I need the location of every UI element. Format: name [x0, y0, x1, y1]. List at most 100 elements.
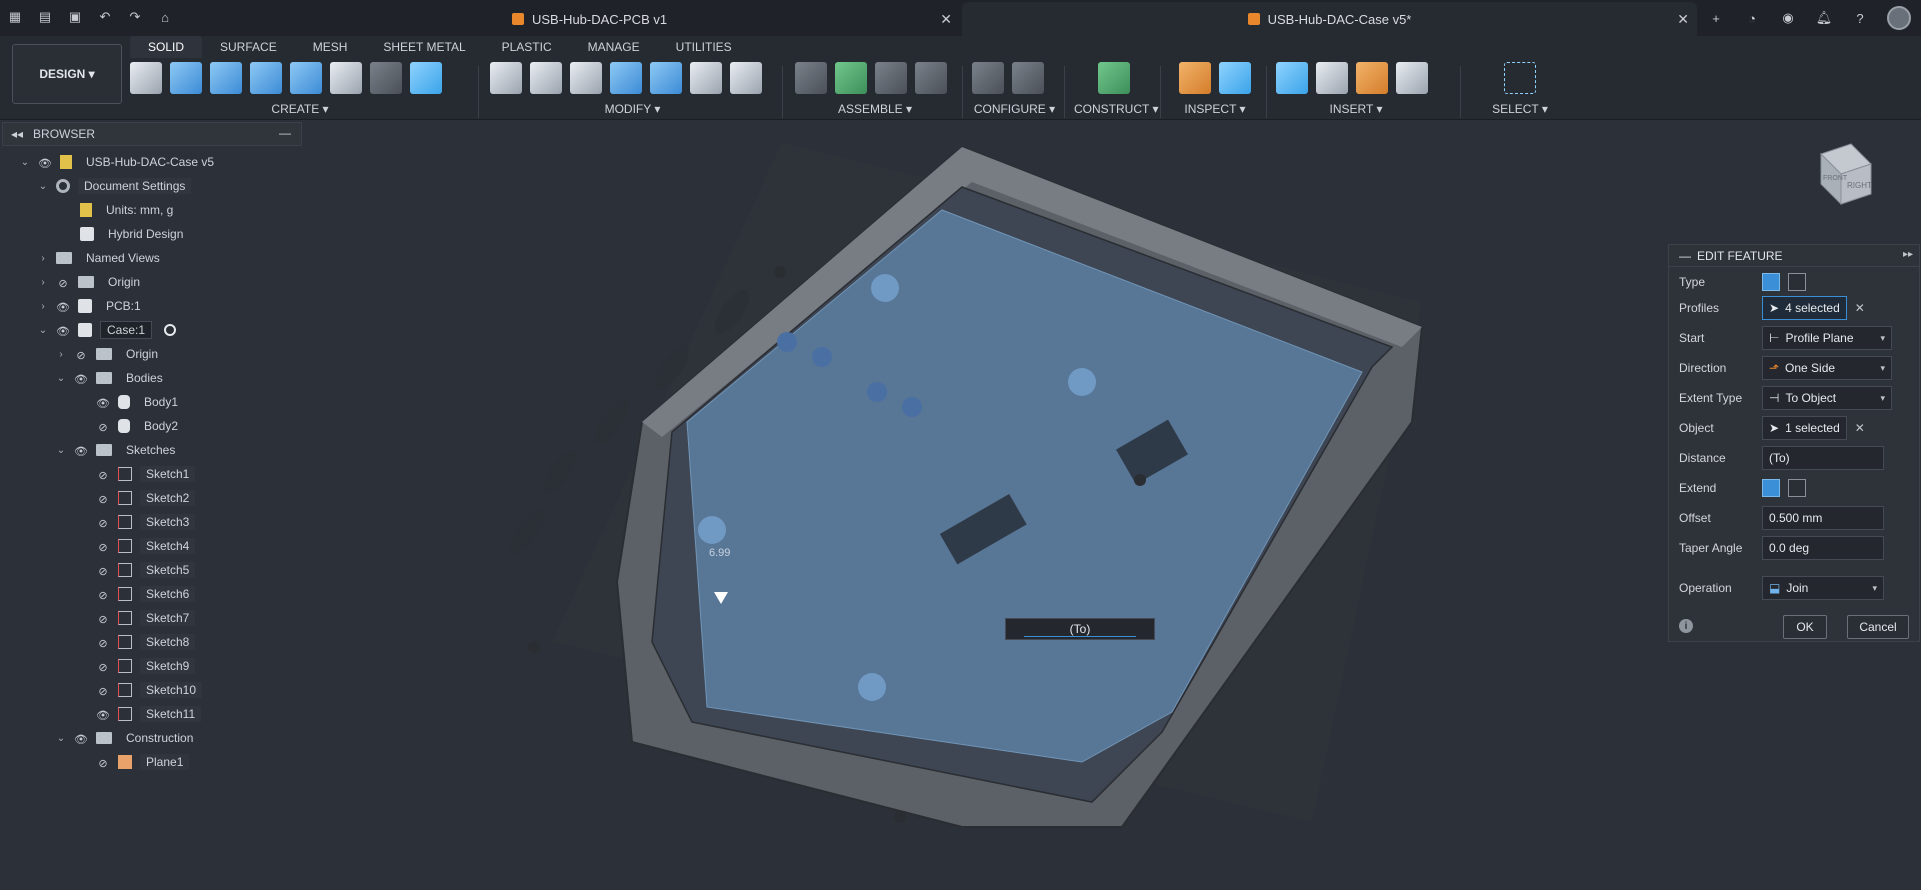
pattern-icon[interactable]	[410, 62, 442, 94]
active-component-icon[interactable]	[164, 324, 177, 336]
construct-menu[interactable]: CONSTRUCT ▾	[1074, 102, 1158, 116]
tree-item-hybrid-design[interactable]: Hybrid Design	[80, 224, 189, 244]
tree-item-plane1[interactable]: ⊘ Plane1	[96, 752, 190, 772]
tree-item-root[interactable]: ⌄ 👁︎ USB-Hub-DAC-Case v5	[20, 152, 220, 172]
offset-plane-icon[interactable]	[1098, 62, 1130, 94]
configuration-table-icon[interactable]	[1012, 62, 1044, 94]
offset-face-icon[interactable]	[690, 62, 722, 94]
chevron-down-icon[interactable]: ⌄	[56, 733, 66, 744]
tree-item-document-settings[interactable]: ⌄ Document Settings	[38, 176, 192, 196]
extend-adjacent-icon[interactable]	[1762, 479, 1780, 497]
eye-hidden-icon[interactable]: ⊘	[96, 613, 110, 626]
tree-item-sketch[interactable]: ⊘ Sketch6	[96, 584, 196, 604]
tree-item-sketch[interactable]: ⊘ Sketch5	[96, 560, 196, 580]
move-icon[interactable]	[730, 62, 762, 94]
extent-type-dropdown[interactable]: ⊣ To Object ▾	[1762, 386, 1892, 410]
undo-icon[interactable]: ↶	[96, 8, 114, 26]
document-tab-case[interactable]: USB-Hub-DAC-Case v5* ✕	[962, 2, 1697, 36]
configure-menu[interactable]: CONFIGURE ▾	[972, 102, 1057, 116]
tree-item-units[interactable]: Units: mm, g	[80, 200, 179, 220]
info-icon[interactable]: i	[1679, 619, 1693, 633]
press-pull-icon[interactable]	[490, 62, 522, 94]
profiles-selector[interactable]: ➤ 4 selected	[1762, 296, 1847, 320]
eye-icon[interactable]: 👁︎	[74, 373, 88, 386]
save-icon[interactable]: ▣	[66, 8, 84, 26]
distance-input[interactable]: (To)	[1762, 446, 1884, 470]
redo-icon[interactable]: ↷	[126, 8, 144, 26]
eye-hidden-icon[interactable]: ⊘	[96, 661, 110, 674]
tree-item-sketch[interactable]: ⊘ Sketch3	[96, 512, 196, 532]
tab-surface[interactable]: SURFACE	[202, 36, 295, 58]
revolve-icon[interactable]	[210, 62, 242, 94]
tree-item-sketch[interactable]: ⊘ Sketch2	[96, 488, 196, 508]
thin-extrude-icon[interactable]	[1788, 273, 1806, 291]
eye-icon[interactable]: 👁︎	[38, 157, 52, 170]
modify-menu[interactable]: MODIFY ▾	[490, 102, 775, 116]
tree-item-sketch[interactable]: ⊘ Sketch10	[96, 680, 203, 700]
extrude-icon[interactable]	[170, 62, 202, 94]
tab-solid[interactable]: SOLID	[130, 36, 203, 58]
help-icon[interactable]: ?	[1851, 9, 1869, 27]
chamfer-icon[interactable]	[570, 62, 602, 94]
chevron-right-icon[interactable]: ›	[38, 277, 48, 288]
app-grid-icon[interactable]: ▦	[6, 8, 24, 26]
home-icon[interactable]: ⌂	[156, 8, 174, 26]
standoff-highlight[interactable]	[1068, 368, 1096, 396]
insert-image-icon[interactable]	[1276, 62, 1308, 94]
create-menu[interactable]: CREATE ▾	[130, 102, 470, 116]
tab-utilities[interactable]: UTILITIES	[658, 36, 750, 58]
select-icon[interactable]	[1504, 62, 1536, 94]
chevron-right-icon[interactable]: ›	[56, 349, 66, 360]
tree-item-sketch[interactable]: ⊘ Sketch8	[96, 632, 196, 652]
insert-menu[interactable]: INSERT ▾	[1276, 102, 1436, 116]
tree-item-sketch[interactable]: ⊘ Sketch9	[96, 656, 196, 676]
tab-sheet-metal[interactable]: SHEET METAL	[365, 36, 483, 58]
extensions-icon[interactable]: ◉	[1779, 9, 1797, 27]
expand-icon[interactable]: ▸▸	[1903, 249, 1913, 260]
standoff-highlight[interactable]	[698, 516, 726, 544]
chevron-down-icon[interactable]: ⌄	[38, 325, 48, 336]
eye-icon[interactable]: 👁︎	[96, 709, 110, 722]
tree-item-origin[interactable]: › ⊘ Origin	[38, 272, 146, 292]
rectangular-pattern-icon[interactable]	[370, 62, 402, 94]
notifications-icon[interactable]: 🔔︎	[1815, 9, 1833, 27]
collapse-icon[interactable]: —	[1679, 249, 1691, 263]
create-sketch-icon[interactable]	[130, 62, 162, 94]
fillet-icon[interactable]	[530, 62, 562, 94]
eye-hidden-icon[interactable]: ⊘	[96, 493, 110, 506]
chevron-down-icon[interactable]: ⌄	[38, 181, 48, 192]
insert-dxf-icon[interactable]	[1316, 62, 1348, 94]
eye-icon[interactable]: 👁︎	[74, 733, 88, 746]
assemble-menu[interactable]: ASSEMBLE ▾	[795, 102, 955, 116]
eye-icon[interactable]: 👁︎	[96, 397, 110, 410]
tab-mesh[interactable]: MESH	[295, 36, 366, 58]
standoff-highlight[interactable]	[871, 274, 899, 302]
eye-hidden-icon[interactable]: ⊘	[96, 469, 110, 482]
file-menu-icon[interactable]: ▤	[36, 8, 54, 26]
start-dropdown[interactable]: ⊢ Profile Plane ▾	[1762, 326, 1892, 350]
joint-icon[interactable]	[835, 62, 867, 94]
section-analysis-icon[interactable]	[1219, 62, 1251, 94]
eye-hidden-icon[interactable]: ⊘	[96, 565, 110, 578]
object-selector[interactable]: ➤ 1 selected	[1762, 416, 1847, 440]
tree-item-sketch[interactable]: ⊘ Sketch1	[96, 464, 196, 484]
tree-item-bodies[interactable]: ⌄ 👁︎ Bodies	[56, 368, 169, 388]
hole-icon[interactable]	[330, 62, 362, 94]
taper-angle-input[interactable]: 0.0 deg	[1762, 536, 1884, 560]
chevron-down-icon[interactable]: ⌄	[56, 373, 66, 384]
shell-icon[interactable]	[610, 62, 642, 94]
avatar[interactable]	[1887, 6, 1911, 30]
distance-input-overlay[interactable]: (To)	[1005, 618, 1155, 640]
offset-input[interactable]: 0.500 mm	[1762, 506, 1884, 530]
chevron-down-icon[interactable]: ⌄	[20, 157, 30, 168]
tree-item-construction[interactable]: ⌄ 👁︎ Construction	[56, 728, 199, 748]
close-tab-icon[interactable]: ✕	[940, 11, 952, 28]
tree-item-case[interactable]: ⌄ 👁︎ Case:1	[38, 320, 177, 340]
eye-hidden-icon[interactable]: ⊘	[96, 757, 110, 770]
combine-icon[interactable]	[650, 62, 682, 94]
tree-item-case-origin[interactable]: › ⊘ Origin	[56, 344, 164, 364]
eye-icon[interactable]: 👁︎	[56, 301, 70, 314]
new-component-icon[interactable]	[795, 62, 827, 94]
chevron-right-icon[interactable]: ›	[38, 301, 48, 312]
insert-mesh-icon[interactable]	[1356, 62, 1388, 94]
